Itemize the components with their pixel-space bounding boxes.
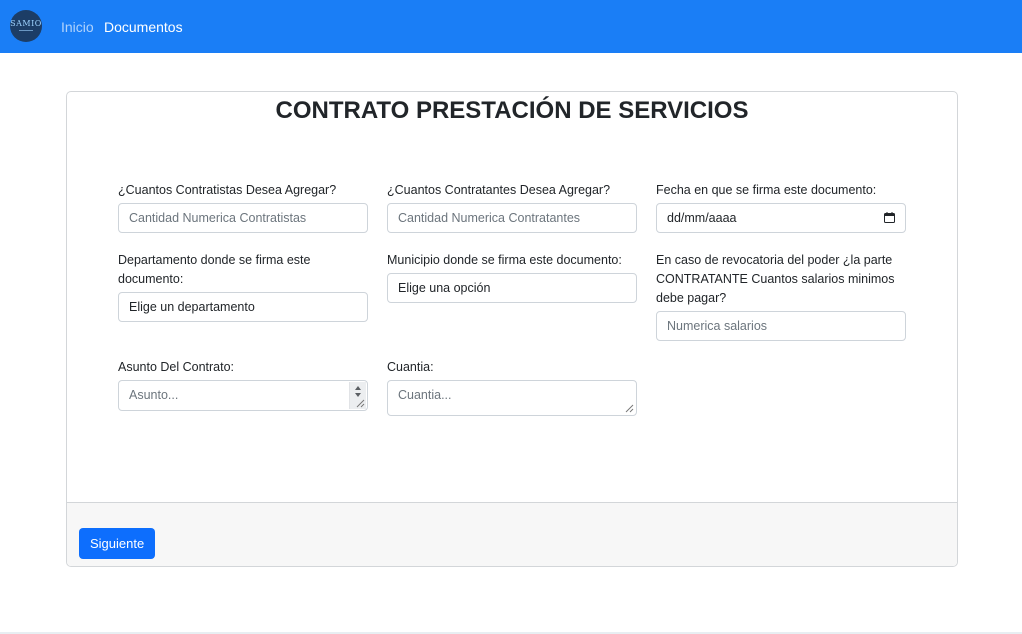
calendar-icon[interactable]	[884, 212, 895, 223]
cuantia-placeholder: Cuantia...	[398, 388, 452, 402]
contratistas-placeholder: Cantidad Numerica Contratistas	[129, 211, 307, 225]
logo-text: SAMIO	[10, 19, 42, 28]
asunto-textarea[interactable]: Asunto...	[118, 380, 368, 411]
field-salarios: En caso de revocatoria del poder ¿la par…	[656, 251, 906, 341]
nav-link-inicio[interactable]: Inicio	[61, 19, 94, 35]
salarios-input[interactable]: Numerica salarios	[656, 311, 906, 341]
municipio-label: Municipio donde se firma este documento:	[387, 253, 622, 267]
siguiente-button[interactable]: Siguiente	[79, 528, 156, 559]
field-departamento: Departamento donde se firma este documen…	[118, 251, 368, 322]
card-footer: Siguiente	[67, 502, 957, 566]
field-contratistas: ¿Cuantos Contratistas Desea Agregar? Can…	[118, 181, 368, 233]
departamento-selected: Elige un departamento	[129, 300, 255, 314]
page-title: CONTRATO PRESTACIÓN DE SERVICIOS	[275, 97, 749, 124]
cuantia-textarea[interactable]: Cuantia...	[387, 380, 637, 416]
logo-underline	[19, 30, 33, 31]
field-asunto: Asunto Del Contrato: Asunto...	[118, 358, 368, 411]
salarios-placeholder: Numerica salarios	[667, 319, 768, 333]
spin-down-icon[interactable]	[355, 393, 361, 397]
spin-up-icon[interactable]	[355, 386, 361, 390]
contract-form-card: CONTRATO PRESTACIÓN DE SERVICIOS ¿Cuanto…	[66, 91, 958, 567]
field-municipio: Municipio donde se firma este documento:…	[387, 251, 637, 303]
brand-logo[interactable]: SAMIO	[10, 10, 42, 42]
municipio-selected: Elige una opción	[398, 281, 491, 295]
contratantes-label: ¿Cuantos Contratantes Desea Agregar?	[387, 183, 611, 197]
departamento-label: Departamento donde se firma este documen…	[118, 253, 311, 286]
departamento-select[interactable]: Elige un departamento	[118, 292, 368, 322]
contratantes-placeholder: Cantidad Numerica Contratantes	[398, 211, 581, 225]
fecha-label: Fecha en que se firma este documento:	[656, 183, 877, 197]
asunto-placeholder: Asunto...	[129, 388, 179, 402]
resize-grip-icon[interactable]	[625, 404, 634, 413]
field-contratantes: ¿Cuantos Contratantes Desea Agregar? Can…	[387, 181, 637, 233]
field-cuantia: Cuantia: Cuantia...	[387, 358, 637, 416]
fecha-value: dd/mm/aaaa	[667, 211, 737, 225]
asunto-label: Asunto Del Contrato:	[118, 360, 235, 374]
field-fecha: Fecha en que se firma este documento: dd…	[656, 181, 906, 233]
contratantes-input[interactable]: Cantidad Numerica Contratantes	[387, 203, 637, 233]
top-navbar: SAMIO Inicio Documentos	[0, 0, 1022, 53]
cuantia-label: Cuantia:	[387, 360, 434, 374]
contratistas-input[interactable]: Cantidad Numerica Contratistas	[118, 203, 368, 233]
resize-grip-icon[interactable]	[356, 399, 365, 408]
municipio-select[interactable]: Elige una opción	[387, 273, 637, 303]
fecha-date-input[interactable]: dd/mm/aaaa	[656, 203, 906, 233]
salarios-label: En caso de revocatoria del poder ¿la par…	[656, 253, 895, 305]
nav-link-documentos[interactable]: Documentos	[104, 19, 183, 35]
contratistas-label: ¿Cuantos Contratistas Desea Agregar?	[118, 183, 337, 197]
